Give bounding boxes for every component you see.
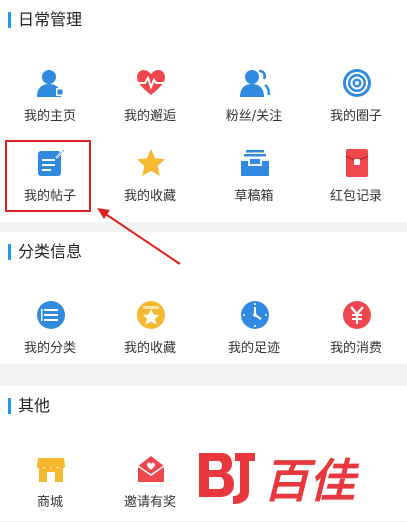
annotation-arrow <box>97 208 181 265</box>
watermark-text: 百佳 <box>263 454 360 508</box>
watermark-logo: 百佳 <box>195 447 390 509</box>
watermark-logo-mark: 百佳 <box>199 453 360 508</box>
